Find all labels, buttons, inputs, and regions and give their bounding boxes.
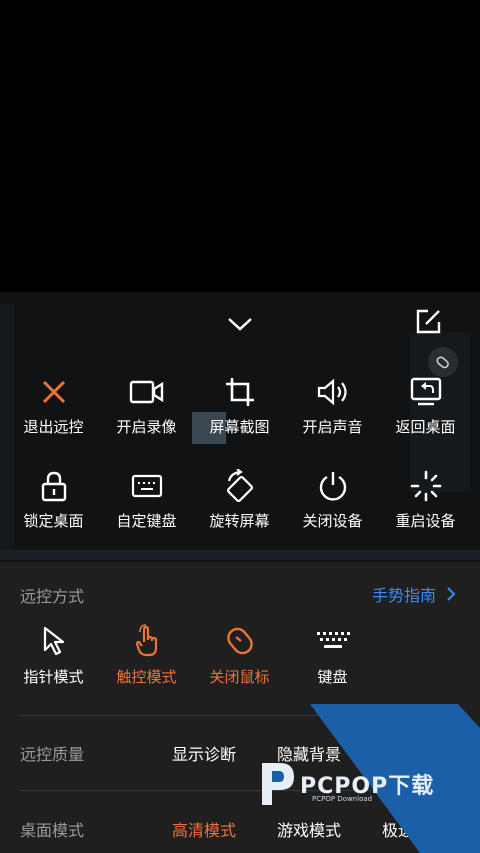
floating-handle[interactable] bbox=[428, 347, 458, 377]
edit-toolbar-button[interactable] bbox=[410, 304, 446, 340]
quality-title: 远控质量 bbox=[20, 745, 85, 764]
monitor-return-icon bbox=[410, 377, 441, 406]
gesture-guide-label: 手势指南 bbox=[371, 586, 436, 605]
chevron-right-icon bbox=[447, 587, 456, 601]
crop-icon bbox=[225, 378, 254, 406]
rotate-screen-icon bbox=[226, 469, 253, 502]
pointer-mode-button[interactable]: 指针模式 bbox=[7, 624, 100, 687]
restart-device-button[interactable]: 重启设备 bbox=[379, 468, 472, 531]
speaker-icon bbox=[317, 378, 347, 406]
custom-keyboard-button[interactable]: 自定键盘 bbox=[100, 468, 193, 531]
remote-screen-empty bbox=[0, 0, 480, 292]
mode-label: 指针模式 bbox=[23, 668, 84, 686]
keyboard-mode-button[interactable]: 键盘 bbox=[286, 624, 379, 687]
show-diagnostics-option[interactable]: 显示诊断 bbox=[172, 741, 236, 765]
lock-icon bbox=[41, 471, 66, 502]
action-label: 旋转屏幕 bbox=[209, 512, 270, 530]
toolbar-row-1: 退出远控 开启录像 屏幕截图 开启声音 返回桌面 bbox=[0, 374, 480, 437]
lock-desktop-button[interactable]: 锁定桌面 bbox=[7, 468, 100, 531]
enable-sound-button[interactable]: 开启声音 bbox=[286, 374, 379, 437]
return-desktop-button[interactable]: 返回桌面 bbox=[379, 374, 472, 437]
power-icon bbox=[319, 472, 346, 501]
chevron-down-icon bbox=[228, 318, 252, 331]
watermark-subtitle: PCPOP Download bbox=[312, 795, 373, 803]
action-label: 退出远控 bbox=[23, 418, 84, 436]
action-label: 重启设备 bbox=[395, 512, 456, 530]
mouse-icon bbox=[226, 627, 253, 655]
collapse-toolbar-button[interactable] bbox=[222, 306, 258, 342]
action-label: 屏幕截图 bbox=[209, 418, 270, 436]
gesture-guide-link[interactable]: 手势指南 bbox=[372, 582, 458, 606]
action-label: 自定键盘 bbox=[116, 512, 177, 530]
pointer-icon bbox=[43, 626, 64, 656]
remote-desktop-taskbar bbox=[0, 550, 480, 560]
control-mode-title: 远控方式 bbox=[20, 587, 85, 606]
touch-hand-icon bbox=[135, 624, 157, 657]
disable-mouse-button[interactable]: 关闭鼠标 bbox=[193, 624, 286, 687]
action-label: 返回桌面 bbox=[395, 418, 456, 436]
watermark-logo-icon bbox=[262, 763, 294, 805]
close-icon bbox=[42, 380, 65, 404]
exit-remote-button[interactable]: 退出远控 bbox=[7, 374, 100, 437]
keyboard-icon bbox=[131, 474, 162, 498]
action-label: 开启声音 bbox=[302, 418, 363, 436]
action-label: 锁定桌面 bbox=[23, 512, 84, 530]
video-camera-icon bbox=[129, 380, 163, 404]
screenshot-button[interactable]: 屏幕截图 bbox=[193, 374, 286, 437]
mode-label: 关闭鼠标 bbox=[209, 668, 270, 686]
mode-label: 触控模式 bbox=[116, 668, 177, 686]
action-label: 开启录像 bbox=[116, 418, 177, 436]
edit-icon bbox=[416, 309, 441, 334]
control-mode-options: 指针模式 触控模式 关闭鼠标 键盘 bbox=[0, 624, 480, 687]
mode-label: 键盘 bbox=[317, 668, 348, 686]
action-label: 关闭设备 bbox=[302, 512, 363, 530]
rotate-screen-button[interactable]: 旋转屏幕 bbox=[193, 468, 286, 531]
remote-toolbar-panel: 退出远控 开启录像 屏幕截图 开启声音 返回桌面 锁定桌面 自定键盘 旋转屏幕 … bbox=[0, 292, 480, 562]
hd-mode-option[interactable]: 高清模式 bbox=[172, 817, 236, 841]
restart-icon bbox=[410, 470, 441, 502]
desktop-mode-title: 桌面模式 bbox=[20, 821, 85, 840]
toolbar-row-2: 锁定桌面 自定键盘 旋转屏幕 关闭设备 重启设备 bbox=[0, 468, 480, 531]
mouse-handle-icon bbox=[436, 356, 449, 369]
shutdown-device-button[interactable]: 关闭设备 bbox=[286, 468, 379, 531]
start-recording-button[interactable]: 开启录像 bbox=[100, 374, 193, 437]
keyboard-icon bbox=[316, 632, 350, 648]
touch-mode-button[interactable]: 触控模式 bbox=[100, 624, 193, 687]
